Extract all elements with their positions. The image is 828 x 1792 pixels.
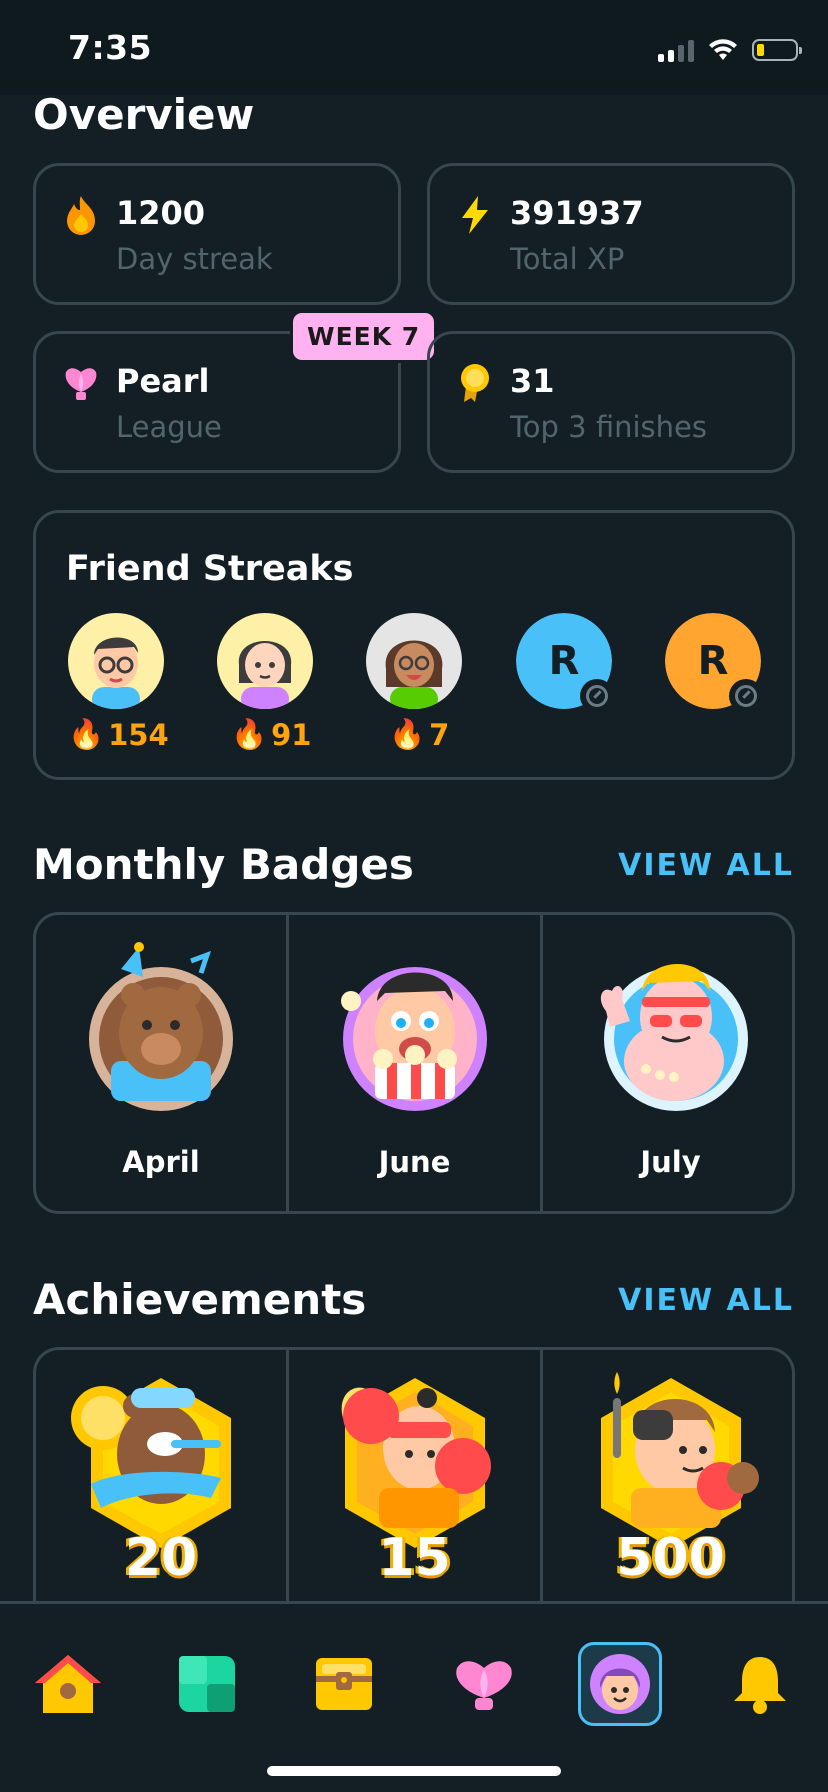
stat-value: 31 (510, 362, 555, 400)
status-bar: 7:35 (0, 0, 828, 95)
status-icons (658, 36, 802, 64)
pearl-league-icon (65, 368, 97, 400)
achievement-number: 20 (124, 1528, 198, 1588)
achievement-number: 500 (616, 1528, 725, 1588)
battery-icon (752, 39, 802, 61)
medal-icon (461, 364, 489, 402)
tab-notifications[interactable] (718, 1642, 802, 1726)
flame-icon: 🔥 (231, 717, 268, 751)
home-icon (35, 1655, 101, 1713)
stat-card-total-xp[interactable]: 391937 Total XP (427, 163, 795, 305)
friend-streak-count: 🔥 7 (389, 717, 450, 752)
leagues-icon (456, 1661, 512, 1710)
monthly-badges-view-all[interactable]: VIEW ALL (618, 848, 794, 883)
badge-label: June (378, 1145, 451, 1179)
popcorn-badge-icon (340, 967, 487, 1111)
flame-icon: 🔥 (389, 717, 426, 751)
chest-icon (316, 1658, 372, 1710)
tab-bar (0, 1601, 828, 1792)
stat-label: Day streak (116, 242, 273, 276)
achievement-number: 15 (378, 1528, 451, 1588)
friend-avatar[interactable] (68, 613, 164, 709)
status-time: 7:35 (68, 28, 153, 67)
practice-icon (179, 1656, 235, 1712)
friend-avatar[interactable] (217, 613, 313, 709)
lightning-icon (462, 196, 488, 234)
home-indicator (267, 1766, 561, 1776)
profile-icon (590, 1654, 650, 1714)
friend-streak-count: 🔥 154 (68, 717, 169, 752)
monthly-badges-title: Monthly Badges (33, 840, 414, 889)
notifications-icon (734, 1657, 786, 1714)
bear-badge-icon (89, 942, 233, 1111)
tab-home[interactable] (26, 1642, 110, 1726)
friend-streak-count: 🔥 91 (231, 717, 312, 752)
stat-value: Pearl (116, 362, 210, 400)
tab-leagues[interactable] (442, 1642, 526, 1726)
cellular-signal-icon (658, 38, 694, 62)
friend-pending-icon (729, 679, 763, 713)
badge-tile-june[interactable]: June (289, 915, 543, 1211)
achievements-title: Achievements (33, 1275, 367, 1324)
flame-icon (67, 196, 95, 235)
wifi-icon (709, 39, 737, 60)
stat-label: Top 3 finishes (510, 410, 707, 444)
tab-practice[interactable] (165, 1642, 249, 1726)
achievements-view-all[interactable]: VIEW ALL (618, 1283, 794, 1318)
badge-label: July (640, 1145, 701, 1179)
stat-card-top-3[interactable]: 31 Top 3 finishes (427, 331, 795, 473)
friend-streaks-card: Friend Streaks 🔥 154 🔥 91 🔥 7 R R (33, 510, 795, 780)
stat-value: 391937 (510, 194, 644, 232)
stat-card-day-streak[interactable]: 1200 Day streak (33, 163, 401, 305)
monthly-badges-card: April June July (33, 912, 795, 1214)
tab-profile[interactable] (578, 1642, 662, 1726)
badge-tile-april[interactable]: April (36, 915, 289, 1211)
stat-label: League (116, 410, 222, 444)
stat-label: Total XP (510, 242, 625, 276)
badge-label: April (122, 1145, 200, 1179)
flame-icon: 🔥 (68, 717, 105, 751)
week-badge: WEEK 7 (290, 310, 438, 363)
badge-tile-july[interactable]: July (543, 915, 798, 1211)
friend-avatar[interactable] (366, 613, 462, 709)
friend-streaks-title: Friend Streaks (66, 549, 354, 589)
beach-badge-icon (600, 964, 748, 1111)
stat-value: 1200 (116, 194, 206, 232)
overview-title: Overview (33, 90, 255, 139)
tab-chest[interactable] (302, 1642, 386, 1726)
friend-pending-icon (580, 679, 614, 713)
